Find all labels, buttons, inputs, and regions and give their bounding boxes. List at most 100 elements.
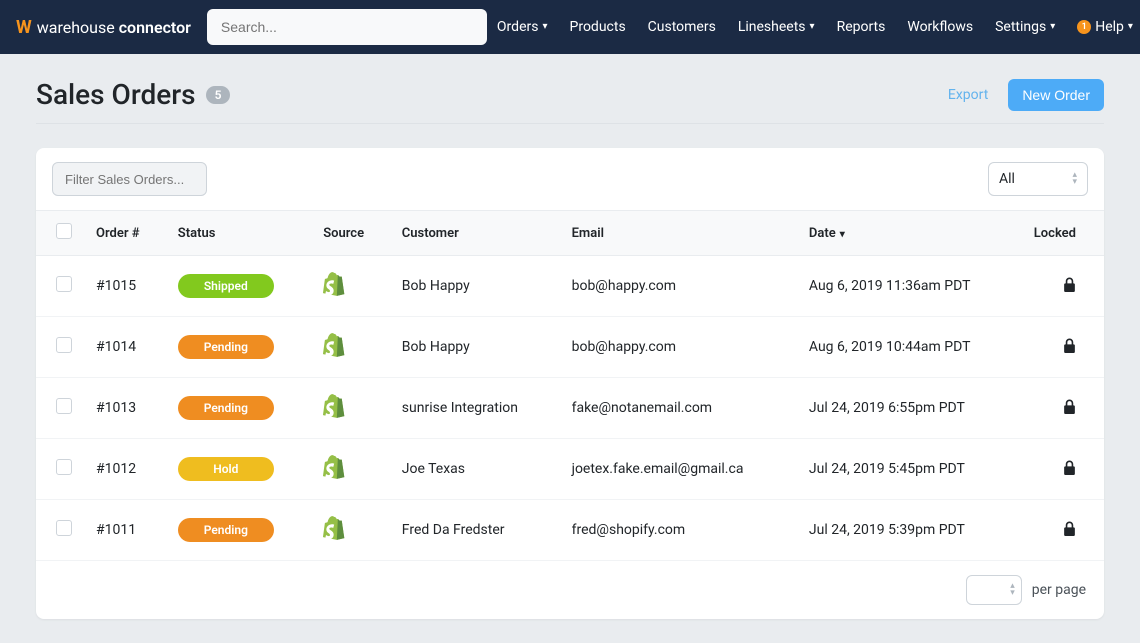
- lock-icon: [1063, 339, 1076, 357]
- cell-source: [311, 256, 390, 317]
- cell-date: Aug 6, 2019 10:44am PDT: [797, 317, 1022, 378]
- col-status[interactable]: Status: [166, 211, 311, 256]
- table-row[interactable]: #1014PendingBob Happybob@happy.comAug 6,…: [36, 317, 1104, 378]
- help-badge: 1: [1077, 20, 1091, 34]
- row-checkbox[interactable]: [56, 459, 72, 475]
- orders-table: Order # Status Source Customer Email Dat…: [36, 210, 1104, 561]
- cell-email: fred@shopify.com: [560, 500, 797, 561]
- orders-card: All ▴▾ Order # Status Source Customer Em…: [36, 148, 1104, 619]
- cell-date: Jul 24, 2019 5:45pm PDT: [797, 439, 1022, 500]
- status-pill: Hold: [178, 457, 274, 481]
- nav-customers[interactable]: Customers: [638, 11, 726, 43]
- chevron-up-down-icon: ▴▾: [1010, 583, 1015, 597]
- chevron-down-icon: ▾: [810, 21, 815, 32]
- cell-source: [311, 378, 390, 439]
- sort-desc-icon: ▾: [840, 229, 845, 240]
- cell-locked: [1022, 500, 1104, 561]
- nav-settings[interactable]: Settings▾: [985, 11, 1065, 43]
- per-page-select[interactable]: ▴▾: [966, 575, 1022, 605]
- nav-orders[interactable]: Orders▾: [487, 11, 558, 43]
- filter-dropdown-value: All: [999, 171, 1015, 187]
- chevron-down-icon: ▾: [1128, 21, 1133, 32]
- search-input[interactable]: [207, 9, 487, 45]
- shopify-icon: [323, 345, 345, 361]
- chevron-down-icon: ▾: [542, 21, 547, 32]
- cell-locked: [1022, 317, 1104, 378]
- cell-order: #1013: [84, 378, 166, 439]
- shopify-icon: [323, 406, 345, 422]
- nav-reports[interactable]: Reports: [827, 11, 896, 43]
- col-customer[interactable]: Customer: [390, 211, 560, 256]
- cell-order: #1012: [84, 439, 166, 500]
- cell-source: [311, 439, 390, 500]
- brand[interactable]: W warehouse connector: [16, 17, 191, 38]
- shopify-icon: [323, 284, 345, 300]
- nav-products[interactable]: Products: [560, 11, 636, 43]
- cell-order: #1015: [84, 256, 166, 317]
- cell-email: bob@happy.com: [560, 256, 797, 317]
- cell-email: bob@happy.com: [560, 317, 797, 378]
- lock-icon: [1063, 400, 1076, 418]
- page-title: Sales Orders: [36, 78, 196, 111]
- col-source[interactable]: Source: [311, 211, 390, 256]
- cell-customer: Joe Texas: [390, 439, 560, 500]
- row-checkbox[interactable]: [56, 520, 72, 536]
- brand-text: warehouse connector: [37, 18, 191, 37]
- cell-order: #1011: [84, 500, 166, 561]
- select-all-checkbox[interactable]: [56, 223, 72, 239]
- page-title-wrap: Sales Orders 5: [36, 78, 230, 111]
- status-pill: Pending: [178, 518, 274, 542]
- cell-date: Jul 24, 2019 6:55pm PDT: [797, 378, 1022, 439]
- shopify-icon: [323, 467, 345, 483]
- row-checkbox[interactable]: [56, 398, 72, 414]
- status-pill: Shipped: [178, 274, 274, 298]
- page-actions: Export New Order: [938, 79, 1104, 111]
- status-pill: Pending: [178, 335, 274, 359]
- col-email[interactable]: Email: [560, 211, 797, 256]
- cell-locked: [1022, 439, 1104, 500]
- cell-source: [311, 500, 390, 561]
- per-page-label: per page: [1032, 582, 1086, 598]
- cell-date: Jul 24, 2019 5:39pm PDT: [797, 500, 1022, 561]
- cell-email: joetex.fake.email@gmail.ca: [560, 439, 797, 500]
- table-row[interactable]: #1015 Shipped Bob Happybob@happy.comAug 6,…: [36, 256, 1104, 317]
- count-badge: 5: [206, 86, 231, 104]
- row-checkbox[interactable]: [56, 276, 72, 292]
- brand-logo-icon: W: [16, 17, 31, 38]
- nav-help[interactable]: 1Help▾: [1067, 11, 1140, 43]
- cell-date: Aug 6, 2019 11:36am PDT: [797, 256, 1022, 317]
- chevron-up-down-icon: ▴▾: [1072, 172, 1077, 186]
- col-order[interactable]: Order #: [84, 211, 166, 256]
- nav-items: Orders▾ Products Customers Linesheets▾ R…: [487, 11, 1140, 44]
- card-footer: ▴▾ per page: [36, 561, 1104, 619]
- card-toolbar: All ▴▾: [36, 148, 1104, 210]
- nav-workflows[interactable]: Workflows: [897, 11, 983, 43]
- lock-icon: [1063, 278, 1076, 296]
- navbar: W warehouse connector Orders▾ Products C…: [0, 0, 1140, 54]
- export-link[interactable]: Export: [938, 81, 998, 109]
- table-row[interactable]: #1012 Hold Joe Texasjoetex.fake.email@gmai…: [36, 439, 1104, 500]
- cell-locked: [1022, 256, 1104, 317]
- cell-order: #1014: [84, 317, 166, 378]
- table-row[interactable]: #1011 Pending Fred Da Fredsterfred@shopify…: [36, 500, 1104, 561]
- page-header: Sales Orders 5 Export New Order: [36, 78, 1104, 124]
- lock-icon: [1063, 461, 1076, 479]
- cell-customer: Bob Happy: [390, 256, 560, 317]
- lock-icon: [1063, 522, 1076, 540]
- new-order-button[interactable]: New Order: [1008, 79, 1104, 111]
- cell-source: [311, 317, 390, 378]
- status-pill: Pending: [178, 396, 274, 420]
- col-date[interactable]: Date▾: [797, 211, 1022, 256]
- cell-locked: [1022, 378, 1104, 439]
- filter-dropdown[interactable]: All ▴▾: [988, 162, 1088, 196]
- shopify-icon: [323, 528, 345, 544]
- table-row[interactable]: #1013 Pending sunrise Integrationfake@nota…: [36, 378, 1104, 439]
- search-wrap: [207, 9, 487, 45]
- cell-email: fake@notanemail.com: [560, 378, 797, 439]
- cell-customer: Fred Da Fredster: [390, 500, 560, 561]
- filter-input[interactable]: [52, 162, 207, 196]
- row-checkbox[interactable]: [56, 337, 72, 353]
- cell-customer: sunrise Integration: [390, 378, 560, 439]
- col-locked[interactable]: Locked: [1022, 211, 1104, 256]
- nav-linesheets[interactable]: Linesheets▾: [728, 11, 825, 43]
